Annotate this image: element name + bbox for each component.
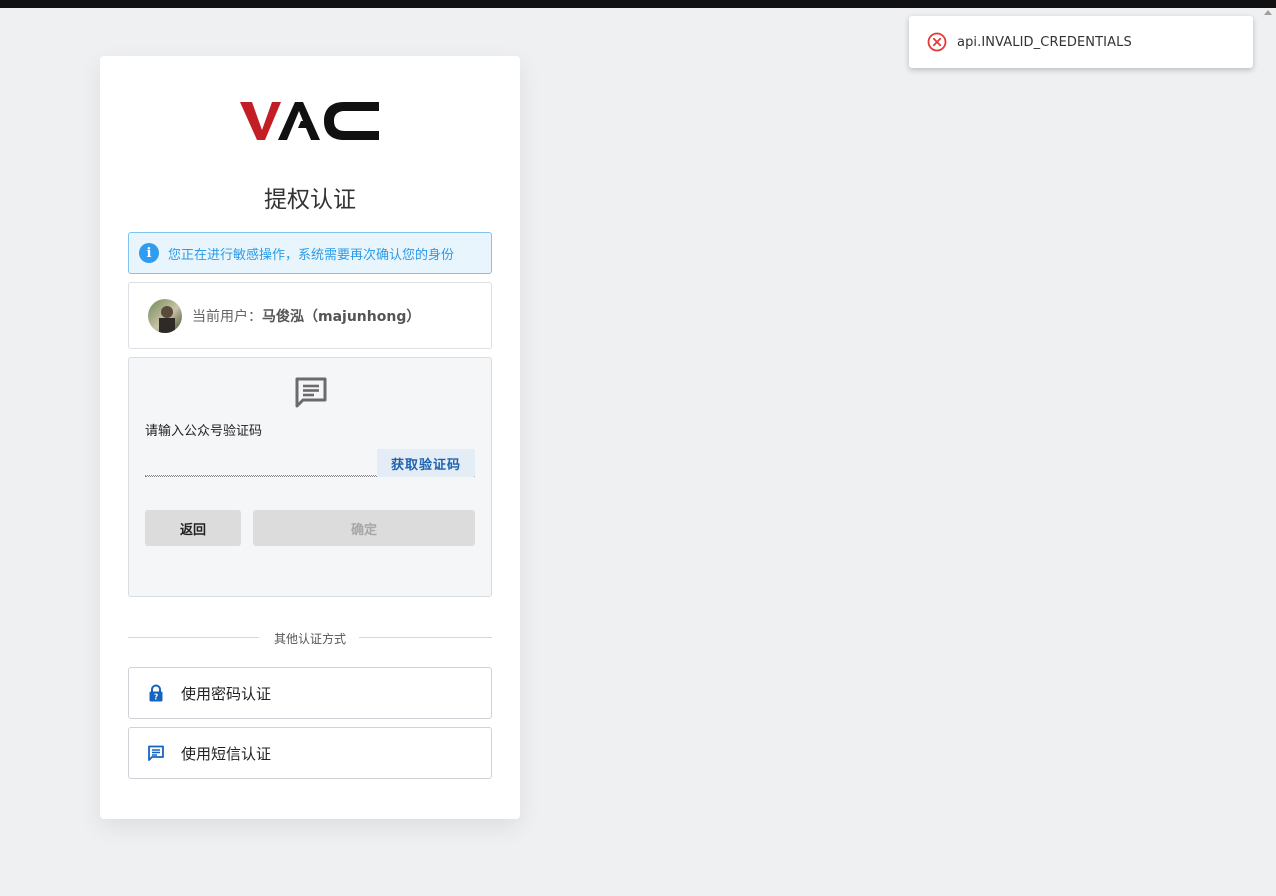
info-alert: i 您正在进行敏感操作，系统需要再次确认您的身份 xyxy=(128,232,492,274)
message-icon xyxy=(295,377,327,408)
error-circle-icon xyxy=(927,32,947,52)
browser-top-bar xyxy=(0,0,1276,8)
confirm-button[interactable]: 确定 xyxy=(253,510,475,546)
auth-card: 提权认证 i 您正在进行敏感操作，系统需要再次确认您的身份 当前用户： 马俊泓（… xyxy=(100,56,520,819)
password-auth-label: 使用密码认证 xyxy=(181,684,272,703)
verification-code-input[interactable] xyxy=(145,448,376,476)
current-user-box: 当前用户： 马俊泓（majunhong） xyxy=(128,282,492,349)
code-input-label: 请输入公众号验证码 xyxy=(145,424,263,439)
avatar xyxy=(148,298,182,333)
other-methods-divider: 其他认证方式 xyxy=(128,630,492,646)
sms-icon xyxy=(148,745,164,761)
current-user-label: 当前用户： xyxy=(192,308,262,325)
password-auth-button[interactable]: ? 使用密码认证 xyxy=(128,667,492,719)
other-methods-label: 其他认证方式 xyxy=(273,632,346,646)
sms-auth-label: 使用短信认证 xyxy=(181,744,272,763)
error-toast: api.INVALID_CREDENTIALS xyxy=(909,16,1253,68)
info-alert-text: 您正在进行敏感操作，系统需要再次确认您的身份 xyxy=(168,247,455,263)
get-code-button[interactable]: 获取验证码 xyxy=(377,449,475,477)
lock-icon: ? xyxy=(149,684,163,702)
svg-text:?: ? xyxy=(154,693,158,702)
verification-panel: 请输入公众号验证码 获取验证码 返回 确定 xyxy=(128,357,492,597)
scroll-up-arrow-icon[interactable] xyxy=(1264,10,1272,15)
info-icon: i xyxy=(139,243,159,263)
back-button[interactable]: 返回 xyxy=(145,510,241,546)
toast-message: api.INVALID_CREDENTIALS xyxy=(957,34,1132,50)
current-user-name: 马俊泓（majunhong） xyxy=(262,308,421,325)
sms-auth-button[interactable]: 使用短信认证 xyxy=(128,727,492,779)
page-title: 提权认证 xyxy=(264,187,356,213)
vac-logo xyxy=(240,102,379,140)
